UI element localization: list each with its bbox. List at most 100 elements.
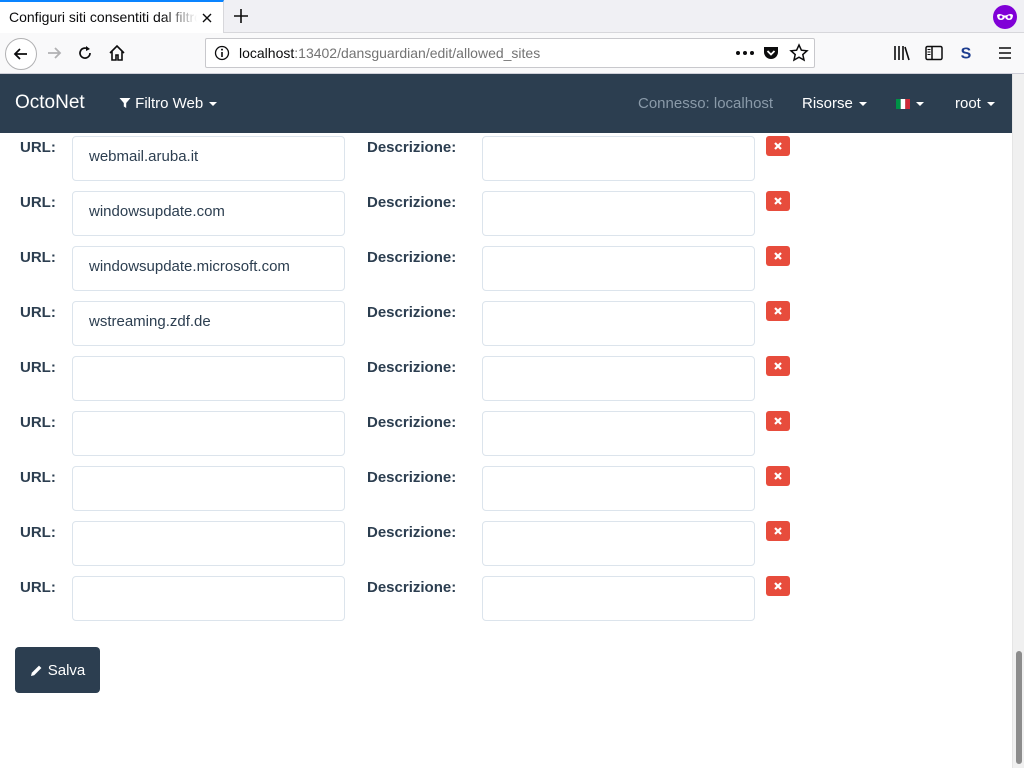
url-input[interactable]: wstreaming.zdf.de — [72, 301, 345, 346]
description-input[interactable] — [482, 411, 755, 456]
site-row: URL: Descrizione: — [0, 573, 1000, 628]
description-label: Descrizione: — [367, 359, 457, 376]
description-label: Descrizione: — [367, 249, 457, 266]
description-label: Descrizione: — [367, 579, 457, 596]
extension-button[interactable]: S — [952, 39, 980, 67]
url-input[interactable] — [72, 576, 345, 621]
url-text[interactable]: localhost:13402/dansguardian/edit/allowe… — [239, 45, 540, 61]
url-input[interactable] — [72, 521, 345, 566]
private-browsing-icon — [993, 5, 1017, 29]
description-input[interactable] — [482, 136, 755, 181]
times-icon — [774, 142, 782, 150]
menu-button[interactable] — [991, 39, 1019, 67]
url-path: :13402/dansguardian/edit/allowed_sites — [294, 45, 541, 61]
delete-row-button[interactable] — [766, 521, 790, 541]
url-input[interactable] — [72, 411, 345, 456]
site-row: URL: Descrizione: — [0, 353, 1000, 408]
times-icon — [774, 527, 782, 535]
description-label: Descrizione: — [367, 194, 457, 211]
site-row: URL: Descrizione: — [0, 518, 1000, 573]
back-button[interactable] — [5, 38, 37, 70]
forward-arrow-icon — [48, 47, 62, 59]
times-icon — [774, 307, 782, 315]
delete-row-button[interactable] — [766, 191, 790, 211]
reload-icon — [79, 46, 91, 59]
info-icon[interactable] — [214, 45, 230, 61]
browser-tab-bar: Configuri siti consentiti dal filtro web — [0, 0, 1024, 33]
caret-down-icon — [916, 102, 924, 107]
description-label: Descrizione: — [367, 414, 457, 431]
browser-toolbar: localhost:13402/dansguardian/edit/allowe… — [0, 33, 1024, 74]
delete-row-button[interactable] — [766, 136, 790, 156]
scrollbar-thumb[interactable] — [1016, 651, 1022, 764]
filter-menu-dropdown[interactable]: Filtro Web — [119, 95, 218, 112]
bookmark-star-icon[interactable] — [789, 43, 809, 63]
delete-row-button[interactable] — [766, 301, 790, 321]
hamburger-menu-icon — [999, 47, 1011, 59]
description-input[interactable] — [482, 576, 755, 621]
description-input[interactable] — [482, 301, 755, 346]
url-label: URL: — [20, 579, 56, 596]
connection-status: Connesso: localhost — [638, 95, 774, 112]
save-button[interactable]: Salva — [15, 647, 100, 693]
pocket-icon[interactable] — [762, 44, 780, 62]
pencil-icon — [30, 665, 42, 676]
reload-button[interactable] — [71, 39, 99, 67]
save-label: Salva — [47, 661, 86, 679]
site-row: URL: windowsupdate.microsoft.com Descriz… — [0, 243, 1000, 298]
description-label: Descrizione: — [367, 469, 457, 486]
italy-flag-icon — [896, 99, 910, 110]
times-icon — [774, 197, 782, 205]
home-icon — [109, 44, 125, 61]
site-row: URL: Descrizione: — [0, 408, 1000, 463]
resources-menu-dropdown[interactable]: Risorse — [802, 95, 867, 112]
delete-row-button[interactable] — [766, 576, 790, 596]
url-label: URL: — [20, 304, 56, 321]
url-label: URL: — [20, 359, 56, 376]
url-bar[interactable]: localhost:13402/dansguardian/edit/allowe… — [205, 38, 815, 68]
site-row: URL: webmail.aruba.it Descrizione: — [0, 133, 1000, 188]
site-row: URL: Descrizione: — [0, 463, 1000, 518]
browser-tab[interactable]: Configuri siti consentiti dal filtro web — [0, 0, 224, 33]
description-input[interactable] — [482, 246, 755, 291]
times-icon — [774, 417, 782, 425]
language-menu-dropdown[interactable] — [896, 95, 924, 112]
delete-row-button[interactable] — [766, 356, 790, 376]
description-input[interactable] — [482, 356, 755, 401]
url-input[interactable]: windowsupdate.com — [72, 191, 345, 236]
svg-text:S: S — [961, 46, 972, 63]
description-label: Descrizione: — [367, 524, 457, 541]
user-menu-dropdown[interactable]: root — [955, 95, 995, 112]
url-input[interactable] — [72, 356, 345, 401]
url-label: URL: — [20, 139, 56, 156]
url-input[interactable]: webmail.aruba.it — [72, 136, 345, 181]
forward-button[interactable] — [40, 39, 68, 67]
description-label: Descrizione: — [367, 139, 457, 156]
url-label: URL: — [20, 414, 56, 431]
library-icon — [894, 46, 910, 61]
filter-icon — [119, 98, 131, 108]
library-button[interactable] — [888, 39, 916, 67]
page-scrollbar[interactable] — [1012, 74, 1024, 768]
description-input[interactable] — [482, 521, 755, 566]
new-tab-icon[interactable] — [230, 5, 252, 27]
description-input[interactable] — [482, 191, 755, 236]
url-input[interactable] — [72, 466, 345, 511]
sidebar-button[interactable] — [920, 39, 948, 67]
description-input[interactable] — [482, 466, 755, 511]
home-button[interactable] — [103, 39, 131, 67]
sidebar-icon — [925, 45, 943, 61]
brand-link[interactable]: OctoNet — [15, 92, 85, 114]
delete-row-button[interactable] — [766, 466, 790, 486]
site-row: URL: wstreaming.zdf.de Descrizione: — [0, 298, 1000, 353]
url-input[interactable]: windowsupdate.microsoft.com — [72, 246, 345, 291]
page-actions-icon[interactable] — [734, 43, 756, 63]
user-menu-label: root — [955, 95, 981, 112]
tab-title: Configuri siti consentiti dal filtro web — [9, 9, 197, 25]
delete-row-button[interactable] — [766, 246, 790, 266]
url-host: localhost — [239, 45, 295, 61]
delete-row-button[interactable] — [766, 411, 790, 431]
caret-down-icon — [986, 102, 995, 107]
url-label: URL: — [20, 469, 56, 486]
close-icon[interactable] — [199, 10, 215, 26]
